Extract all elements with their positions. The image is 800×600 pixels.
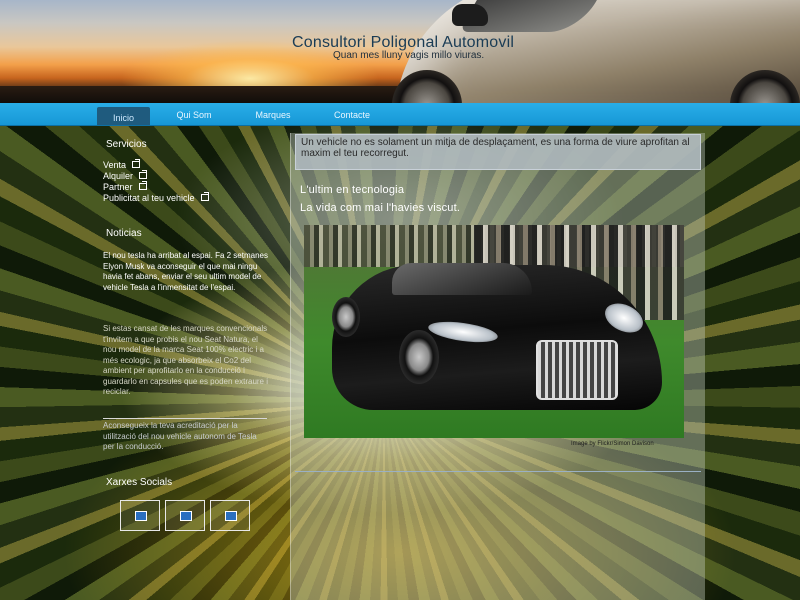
social-link-3[interactable]	[210, 500, 250, 531]
external-link-icon	[138, 181, 147, 190]
social-link-1[interactable]	[120, 500, 160, 531]
photo-car-wheel-rear	[332, 297, 360, 337]
external-link-icon	[132, 159, 141, 168]
socials-heading: Xarxes Socials	[106, 477, 173, 488]
servicio-link-alquiler[interactable]: Alquiler	[103, 170, 148, 181]
heading-tecnologia: L'ultim en tecnologia	[300, 184, 405, 196]
news-item-tesla: El nou tesla ha arribat al espai. Fa 2 s…	[103, 251, 268, 292]
sidebar: Servicios Venta Alquiler Partner Publici…	[96, 125, 276, 600]
car-photo	[304, 225, 684, 438]
social-icon	[135, 511, 147, 521]
heading-vida: La vida com mai l'havies viscut.	[300, 202, 461, 214]
servicio-link-venta[interactable]: Venta	[103, 159, 141, 170]
photo-credit: Image by Flickr/Simon Davison	[571, 441, 654, 447]
servicios-heading: Servicios	[106, 139, 147, 150]
site-header: Consultori Poligonal Automovil Quan mes …	[0, 0, 800, 104]
servicio-label: Partner	[103, 182, 133, 192]
nav-item-marques[interactable]: Marques	[245, 108, 301, 126]
servicio-link-publicitat[interactable]: Publicitat al teu vehicle	[103, 192, 209, 203]
news-item-seat: Si estas cansat de les marques convencio…	[103, 324, 268, 396]
nav-item-inicio[interactable]: Inicio	[97, 107, 150, 125]
social-link-2[interactable]	[165, 500, 205, 531]
noticias-heading: Noticias	[106, 228, 142, 239]
social-icon	[225, 511, 237, 521]
servicio-link-partner[interactable]: Partner	[103, 181, 147, 192]
photo-car-grille	[536, 340, 618, 400]
social-icon	[180, 511, 192, 521]
site-slogan: Quan mes lluny vagis millo viuras.	[333, 50, 485, 61]
main-content: Un vehicle no es solament un mitja de de…	[290, 133, 705, 600]
servicio-label: Alquiler	[103, 171, 134, 181]
nav-item-contacte[interactable]: Contacte	[323, 108, 381, 126]
intro-box: Un vehicle no es solament un mitja de de…	[295, 134, 701, 170]
photo-car-wheel-front	[399, 330, 439, 384]
nav-item-qui-som[interactable]: Qui Som	[166, 108, 222, 126]
photo-car-windshield	[392, 263, 532, 295]
external-link-icon	[139, 170, 148, 179]
servicio-label: Publicitat al teu vehicle	[103, 193, 195, 203]
external-link-icon	[200, 192, 209, 201]
news-divider	[103, 418, 267, 419]
main-divider	[295, 471, 701, 472]
main-navbar: Inicio Qui Som Marques Contacte	[0, 103, 800, 126]
servicio-label: Venta	[103, 160, 127, 170]
news-item-autonom: Aconsegueix la teva acreditació per la u…	[103, 421, 257, 451]
intro-text: Un vehicle no es solament un mitja de de…	[301, 137, 690, 159]
header-car-mirror	[452, 4, 488, 26]
